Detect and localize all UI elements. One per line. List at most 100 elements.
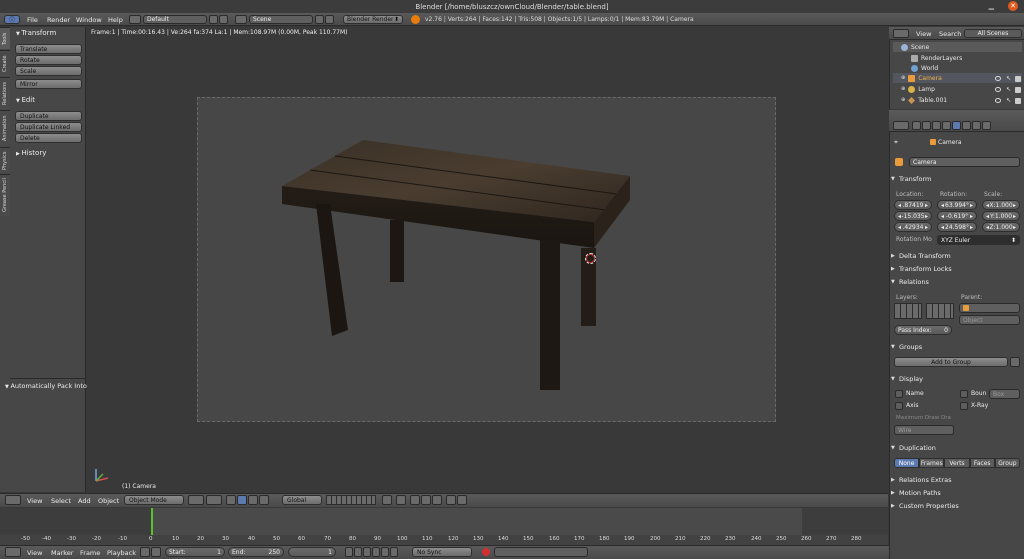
prev-keyframe-icon[interactable] (354, 547, 362, 557)
preview-range-icon[interactable] (140, 547, 150, 557)
tab-grease-pencil[interactable]: Grease Pencil (0, 174, 10, 216)
display-name-checkbox[interactable] (895, 390, 903, 398)
outliner-item-scene[interactable]: Scene (893, 42, 1022, 52)
delta-transform-section-header[interactable]: ▶ Delta Transform (891, 250, 1022, 261)
sync-dropdown[interactable]: No Sync (412, 547, 472, 557)
layout-field[interactable]: Default (143, 15, 207, 24)
outliner-item-world[interactable]: World (893, 63, 1022, 73)
object-layers-grid[interactable] (894, 303, 922, 319)
operator-panel-header[interactable]: ▼ Automatically Pack Into (5, 382, 87, 390)
scene-tab-icon[interactable] (932, 121, 941, 130)
physics-tab-icon[interactable] (982, 121, 991, 130)
tab-create[interactable]: Create (0, 50, 10, 76)
scene-remove-icon[interactable] (325, 15, 334, 24)
pass-index-field[interactable]: Pass Index: 0 (894, 325, 952, 335)
visibility-icon[interactable] (995, 76, 1001, 81)
keying-set-field[interactable] (494, 547, 588, 557)
scene-icon[interactable] (235, 15, 247, 24)
render-preview-icon[interactable] (396, 495, 406, 505)
object-tab-icon[interactable] (952, 121, 961, 130)
select-arrow-icon[interactable]: ↖ (1006, 97, 1011, 104)
menu-help[interactable]: Help (108, 16, 123, 24)
bounds-type-field[interactable]: Box (989, 389, 1020, 399)
render-layers-tab-icon[interactable] (922, 121, 931, 130)
pivot-icon[interactable] (206, 495, 222, 505)
timeline-menu-playback[interactable]: Playback (107, 549, 136, 557)
duplication-frames-button[interactable]: Frames (919, 458, 945, 468)
object-name-field[interactable]: Camera (909, 157, 1020, 167)
outliner-item-table[interactable]: ⊕ Table.001 (893, 95, 1022, 105)
menu-window[interactable]: Window (76, 16, 102, 24)
snap-icon[interactable] (410, 495, 420, 505)
mode-dropdown[interactable]: Object Mode (124, 495, 184, 505)
scale-z-field[interactable]: ◂ Z:1.000 ▸ (982, 222, 1020, 232)
editor-type-info-button[interactable]: ⓘ (4, 15, 20, 24)
history-panel-header[interactable]: ▶ History (16, 149, 46, 157)
edit-panel-header[interactable]: ▼ Edit (16, 96, 35, 104)
constraints-tab-icon[interactable] (962, 121, 971, 130)
minimize-icon[interactable]: ▁ (989, 2, 994, 10)
location-x-field[interactable]: ◂ .87419 ▸ (894, 200, 932, 210)
world-tab-icon[interactable] (942, 121, 951, 130)
location-y-field[interactable]: ◂ -15.035 ▸ (894, 211, 932, 221)
scale-manipulator-icon[interactable] (259, 495, 269, 505)
location-z-field[interactable]: ◂ .42934 ▸ (894, 222, 932, 232)
timeline-menu-view[interactable]: View (27, 549, 42, 557)
transform-section-header[interactable]: ▼ Transform (891, 173, 1022, 184)
motion-paths-section-header[interactable]: ▶ Motion Paths (891, 487, 1022, 498)
menu-render[interactable]: Render (47, 16, 70, 24)
tab-tools[interactable]: Tools (0, 27, 10, 49)
scale-y-field[interactable]: ◂ Y:1.000 ▸ (982, 211, 1020, 221)
start-frame-field[interactable]: Start: 1 (165, 547, 225, 557)
duplication-verts-button[interactable]: Verts (944, 458, 970, 468)
outliner-menu-view[interactable]: View (916, 30, 931, 38)
view3d-menu-object[interactable]: Object (98, 497, 119, 505)
record-icon[interactable] (482, 548, 490, 556)
outliner-item-lamp[interactable]: ⊕ Lamp (893, 84, 1022, 94)
opengl-render-icon[interactable] (446, 495, 456, 505)
end-frame-field[interactable]: End: 250 (228, 547, 284, 557)
proportional-edit-icon[interactable] (432, 495, 442, 505)
transform-locks-section-header[interactable]: ▶ Transform Locks (891, 263, 1022, 274)
select-arrow-icon[interactable]: ↖ (1006, 75, 1011, 82)
duplication-none-button[interactable]: None (894, 458, 920, 468)
delete-button[interactable]: Delete (15, 133, 82, 143)
lock-camera-icon[interactable] (382, 495, 392, 505)
display-axis-checkbox[interactable] (895, 402, 903, 410)
menu-file[interactable]: File (27, 16, 38, 24)
tab-animation[interactable]: Animation (0, 110, 10, 146)
render-camera-icon[interactable] (1015, 87, 1021, 93)
jump-start-icon[interactable] (345, 547, 353, 557)
current-frame-field[interactable]: 1 (288, 547, 336, 557)
visibility-icon[interactable] (995, 98, 1001, 103)
display-section-header[interactable]: ▼ Display (891, 373, 1022, 384)
rotation-z-field[interactable]: ◂ 24.598° ▸ (937, 222, 977, 232)
visibility-icon[interactable] (995, 87, 1001, 92)
outliner-item-renderlayers[interactable]: RenderLayers (893, 53, 1022, 63)
camera-data-tab-icon[interactable] (972, 121, 981, 130)
rotate-button[interactable]: Rotate (15, 55, 82, 65)
editor-type-timeline-icon[interactable] (5, 547, 21, 557)
timeline-menu-frame[interactable]: Frame (80, 549, 100, 557)
object-layers-grid-2[interactable] (926, 303, 954, 319)
max-draw-type-field[interactable]: Wire (894, 425, 954, 435)
layout-grid-icon[interactable] (129, 15, 141, 24)
custom-properties-section-header[interactable]: ▶ Custom Properties (891, 500, 1022, 511)
pin-icon[interactable]: ⌖ (894, 138, 898, 147)
rotation-x-field[interactable]: ◂ 63.994° ▸ (937, 200, 977, 210)
duplicate-button[interactable]: Duplicate (15, 111, 82, 121)
group-add-icon[interactable] (1010, 357, 1020, 367)
relations-extras-section-header[interactable]: ▶ Relations Extras (891, 474, 1022, 485)
timeline-menu-marker[interactable]: Marker (51, 549, 73, 557)
rotation-mode-dropdown[interactable]: XYZ Euler ⬍ (937, 235, 1020, 245)
tab-relations[interactable]: Relations (0, 77, 10, 109)
transform-panel-header[interactable]: ▼ Transform (16, 29, 56, 37)
duplication-faces-button[interactable]: Faces (969, 458, 995, 468)
play-icon[interactable] (372, 547, 380, 557)
opengl-anim-icon[interactable] (457, 495, 467, 505)
outliner-item-camera[interactable]: ⊕ Camera (893, 73, 1022, 83)
play-reverse-icon[interactable] (363, 547, 371, 557)
view3d-menu-view[interactable]: View (27, 497, 42, 505)
tab-physics[interactable]: Physics (0, 147, 10, 173)
snap-element-icon[interactable] (421, 495, 431, 505)
